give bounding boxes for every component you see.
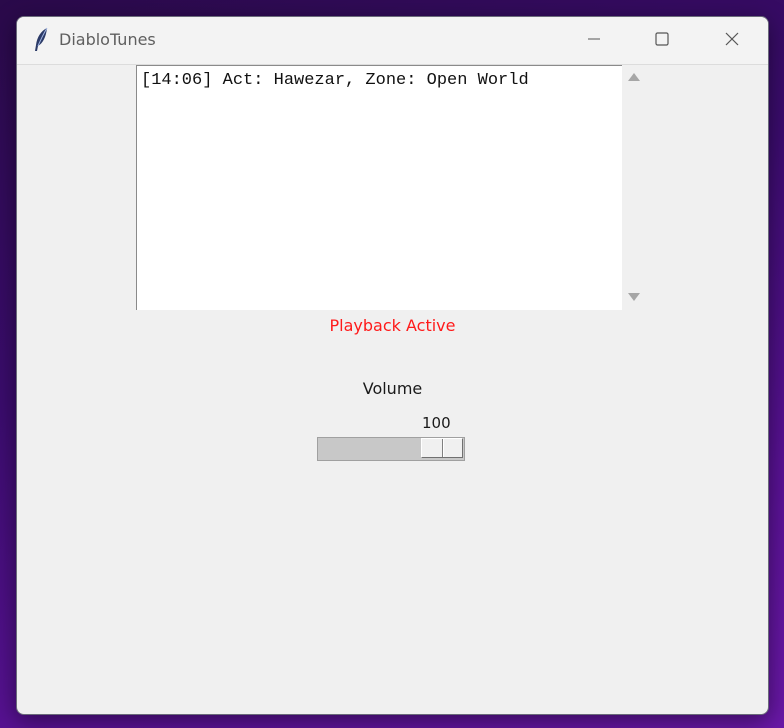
thumb-grip (442, 439, 444, 457)
maximize-button[interactable] (633, 17, 691, 64)
feather-icon (31, 27, 51, 53)
minimize-icon (586, 31, 602, 51)
scroll-up-arrow-icon[interactable] (628, 73, 640, 81)
log-line: [14:06] Act: Hawezar, Zone: Open World (141, 71, 529, 90)
close-icon (724, 31, 740, 51)
title-bar[interactable]: DiabloTunes (17, 17, 768, 65)
volume-slider[interactable] (317, 437, 465, 461)
volume-value: 100 (422, 414, 451, 432)
log-scrollbar[interactable] (623, 65, 645, 309)
app-window: DiabloTunes [14:06] Act: Hawezar, Zone: … (16, 16, 769, 715)
minimize-button[interactable] (565, 17, 623, 64)
volume-label: Volume (362, 379, 423, 398)
scroll-down-arrow-icon[interactable] (628, 293, 640, 301)
playback-status: Playback Active (329, 316, 456, 335)
volume-slider-thumb[interactable] (421, 438, 463, 458)
maximize-icon (654, 31, 670, 51)
close-button[interactable] (703, 17, 761, 64)
log-textbox[interactable]: [14:06] Act: Hawezar, Zone: Open World (136, 65, 622, 310)
window-title: DiabloTunes (59, 30, 156, 49)
